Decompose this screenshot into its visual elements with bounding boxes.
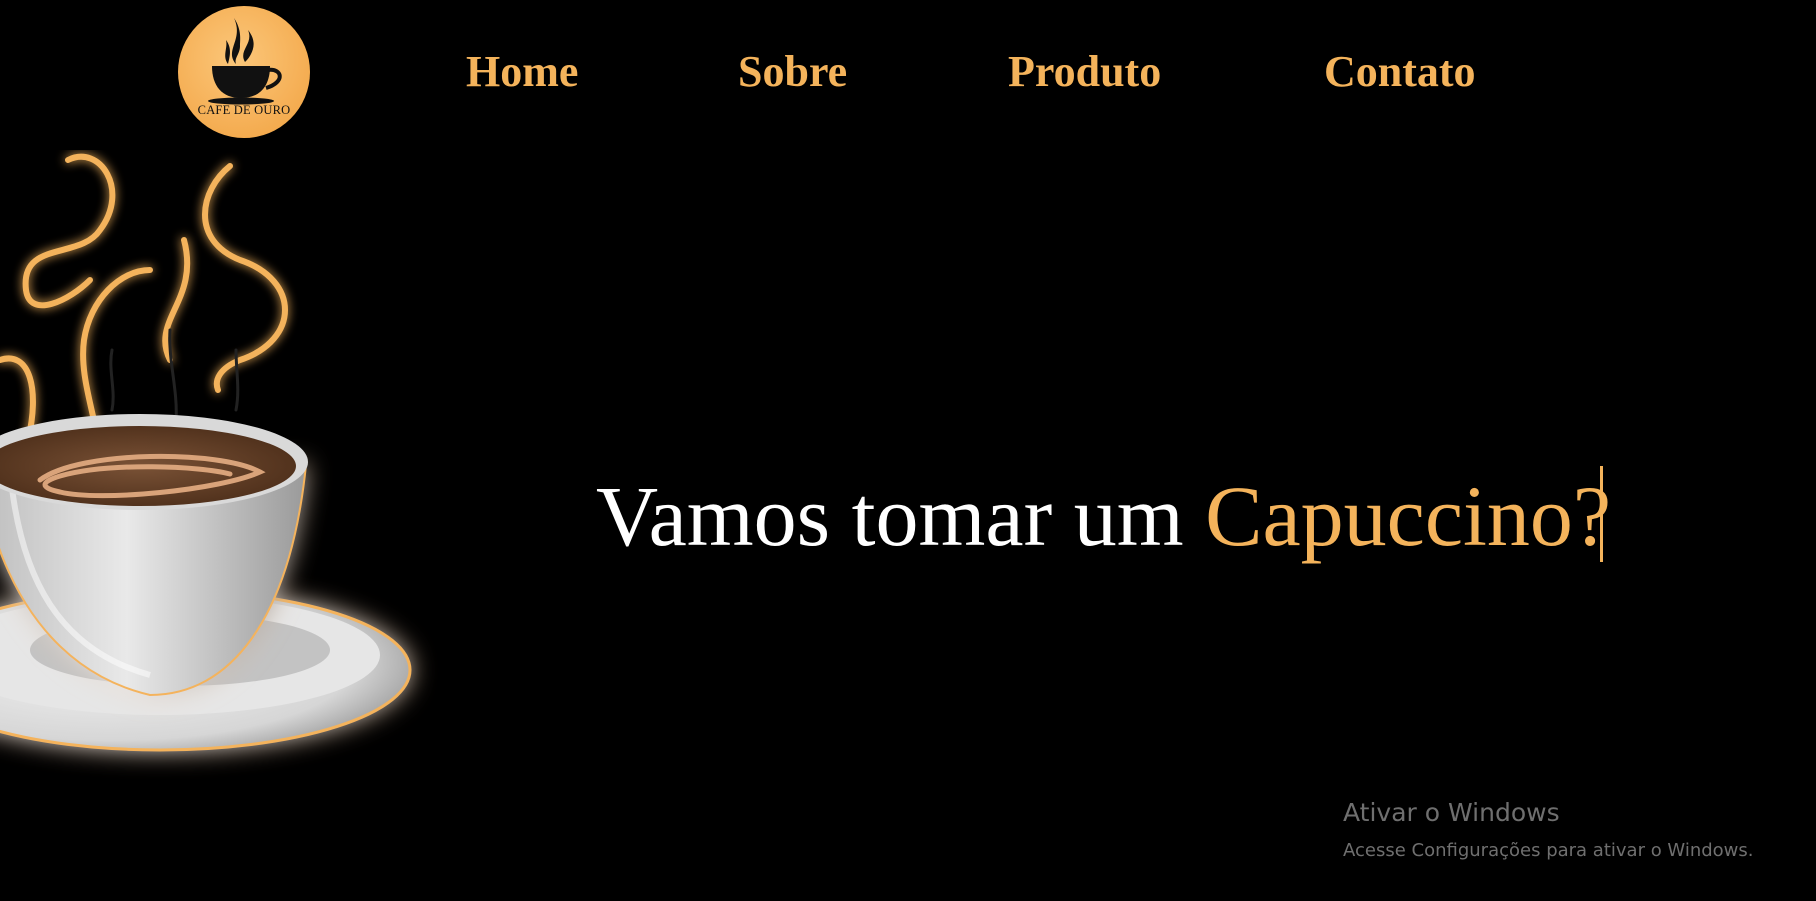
hero-headline: Vamos tomar um Capuccino? <box>596 466 1611 566</box>
windows-activation-title: Ativar o Windows <box>1343 798 1560 827</box>
nav-home-link[interactable]: Home <box>466 44 578 100</box>
typing-caret <box>1600 466 1603 562</box>
coffee-cup-illustration <box>0 153 412 752</box>
nav-produto-link[interactable]: Produto <box>1008 44 1161 100</box>
windows-activation-subtitle: Acesse Configurações para ativar o Windo… <box>1343 840 1754 861</box>
logo-text: CAFE DE OURO <box>197 103 291 117</box>
brand-logo[interactable]: CAFE DE OURO <box>178 6 310 138</box>
nav-sobre-link[interactable]: Sobre <box>738 44 847 100</box>
nav-contato-link[interactable]: Contato <box>1324 44 1476 100</box>
coffee-cup-icon <box>208 18 282 105</box>
headline-main-text: Vamos tomar um <box>596 468 1206 564</box>
headline-accent-text: Capuccino? <box>1205 468 1612 564</box>
